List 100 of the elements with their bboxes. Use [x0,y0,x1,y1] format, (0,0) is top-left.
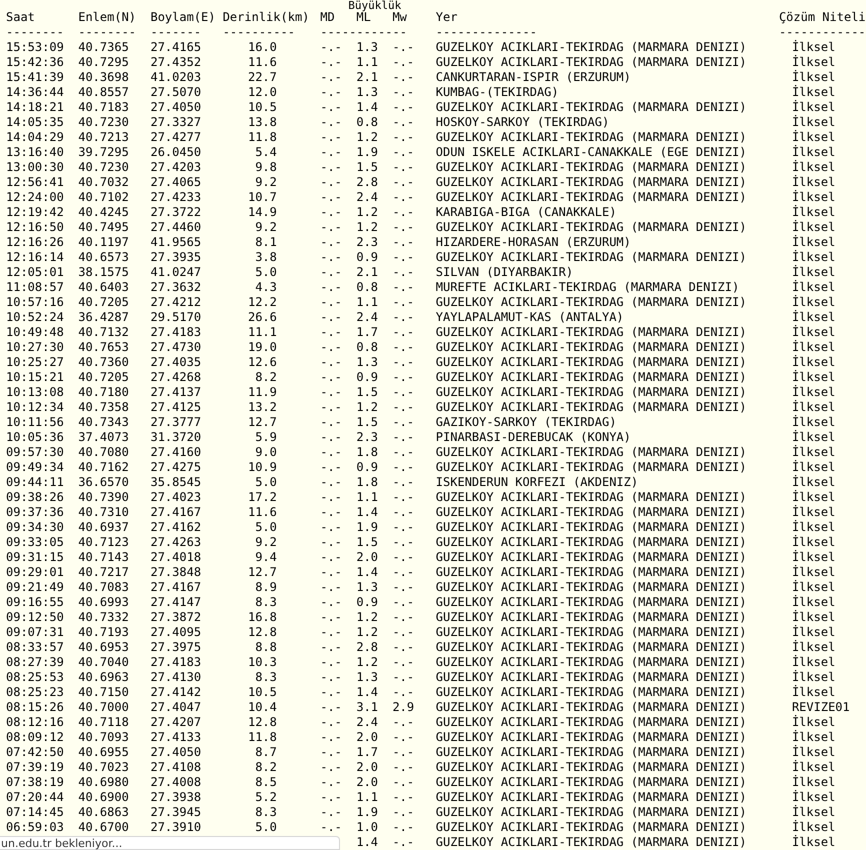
table-cell-text: İlksel [790,835,836,850]
table-cell: 07:14:45 [6,805,64,820]
table-cell-text: İlksel [790,100,836,115]
table-cell: 27.4233 [150,190,202,205]
table-cell: 09:37:36 [6,505,64,520]
table-cell: -.- [392,55,414,70]
table-cell: 1.3 [356,355,378,370]
table-cell: 1.7 [356,745,378,760]
table-cell: -.- [392,475,414,490]
table-cell: 13:16:40 [6,145,64,160]
table-cell: 14:04:29 [6,130,64,145]
table-cell: -.- [392,265,414,280]
table-cell-text: 8.3 [255,670,278,685]
table-cell: 27.3632 [150,280,202,295]
table-cell: -.- [392,115,414,130]
table-cell: 40.6955 [78,745,129,760]
table-cell: 27.4137 [150,385,202,400]
table-cell: GUZELKOY ACIKLARI-TEKIRDAG (MARMARA DENIZI) [436,130,746,145]
header-underline: -------- [78,25,136,40]
table-cell-text: 5.0 [255,520,278,535]
table-cell: 27.4108 [150,760,202,775]
table-cell: 40.7093 [78,730,129,745]
table-cell-text: İlksel [790,175,836,190]
table-cell: 40.7193 [78,625,129,640]
table-cell: 40.7295 [78,55,129,70]
table-cell-text: 14.9 [248,205,278,220]
table-cell: 08:33:57 [6,640,64,655]
table-cell: 1.8 [356,475,378,490]
table-cell: 10:12:34 [6,400,64,415]
table-cell: 40.7213 [78,130,129,145]
table-cell: -.- [392,595,414,610]
table-cell: -.- [320,655,342,670]
table-cell: 10:27:30 [6,340,64,355]
table-cell: GUZELKOY ACIKLARI-TEKIRDAG (MARMARA DENIZI) [436,160,746,175]
table-cell-text: İlksel [790,535,836,550]
table-cell: SILVAN (DIYARBAKIR) [436,265,574,280]
table-cell: 10:52:24 [6,310,64,325]
table-cell: 40.6863 [78,805,129,820]
table-cell: 1.9 [356,805,378,820]
table-cell: 10:15:21 [6,370,64,385]
table-cell: -.- [392,610,414,625]
table-cell: 27.4047 [150,700,202,715]
table-cell: 40.7180 [78,385,129,400]
table-cell: 08:12:16 [6,715,64,730]
table-cell: -.- [320,445,342,460]
table-cell: -.- [320,145,342,160]
table-cell: 40.7230 [78,160,129,175]
table-cell: 40.7390 [78,490,129,505]
table-cell: -.- [320,70,342,85]
table-cell: -.- [392,430,414,445]
table-cell: -.- [320,625,342,640]
table-cell: 39.7295 [78,145,129,160]
table-cell: 40.7230 [78,115,129,130]
table-cell-text: İlksel [790,160,836,175]
table-cell: 40.3698 [78,70,129,85]
table-cell: 1.9 [356,520,378,535]
table-cell: -.- [392,145,414,160]
table-cell: 1.2 [356,220,378,235]
table-cell: -.- [320,430,342,445]
table-cell: 1.4 [356,100,378,115]
table-cell: -.- [392,505,414,520]
table-cell: 27.4125 [150,400,202,415]
table-cell: GUZELKOY ACIKLARI-TEKIRDAG (MARMARA DENIZI) [436,790,746,805]
table-cell: 40.6953 [78,640,129,655]
table-cell: GUZELKOY ACIKLARI-TEKIRDAG (MARMARA DENIZI) [436,505,746,520]
table-cell-text: 26.6 [248,310,278,325]
table-cell: -.- [392,400,414,415]
table-cell: HOSKOY-SARKOY (TEKIRDAG) [436,115,610,130]
table-cell-text: İlksel [790,205,836,220]
table-cell-text: 12.7 [248,565,278,580]
table-cell: -.- [320,160,342,175]
table-cell: 2.4 [356,310,378,325]
table-cell: 1.2 [356,625,378,640]
table-cell-text: 9.2 [255,220,278,235]
table-cell: -.- [320,100,342,115]
table-cell: 27.4352 [150,55,202,70]
table-cell-text: 10.5 [248,685,278,700]
table-cell-text: İlksel [790,220,836,235]
table-cell: 40.7205 [78,370,129,385]
table-cell: 40.7000 [78,700,129,715]
table-cell-text: İlksel [790,385,836,400]
table-cell-text: İlksel [790,55,836,70]
table-cell: 27.4203 [150,160,202,175]
table-cell: 27.3935 [150,250,202,265]
table-cell: -.- [320,235,342,250]
table-cell: 40.7205 [78,295,129,310]
table-cell: 07:20:44 [6,790,64,805]
table-cell: 27.4183 [150,655,202,670]
table-cell: 27.4183 [150,325,202,340]
table-cell: 09:16:55 [6,595,64,610]
table-cell: 12:16:26 [6,235,64,250]
table-cell: 1.3 [356,40,378,55]
table-cell: 1.3 [356,85,378,100]
table-cell: GUZELKOY ACIKLARI-TEKIRDAG (MARMARA DENIZI) [436,805,746,820]
table-cell: GUZELKOY ACIKLARI-TEKIRDAG (MARMARA DENIZI) [436,400,746,415]
table-cell-text: 8.2 [255,760,278,775]
table-cell: GUZELKOY ACIKLARI-TEKIRDAG (MARMARA DENIZI) [436,385,746,400]
header-underline: ------------ [320,25,407,40]
table-cell: 11:08:57 [6,280,64,295]
table-cell: 40.7150 [78,685,129,700]
